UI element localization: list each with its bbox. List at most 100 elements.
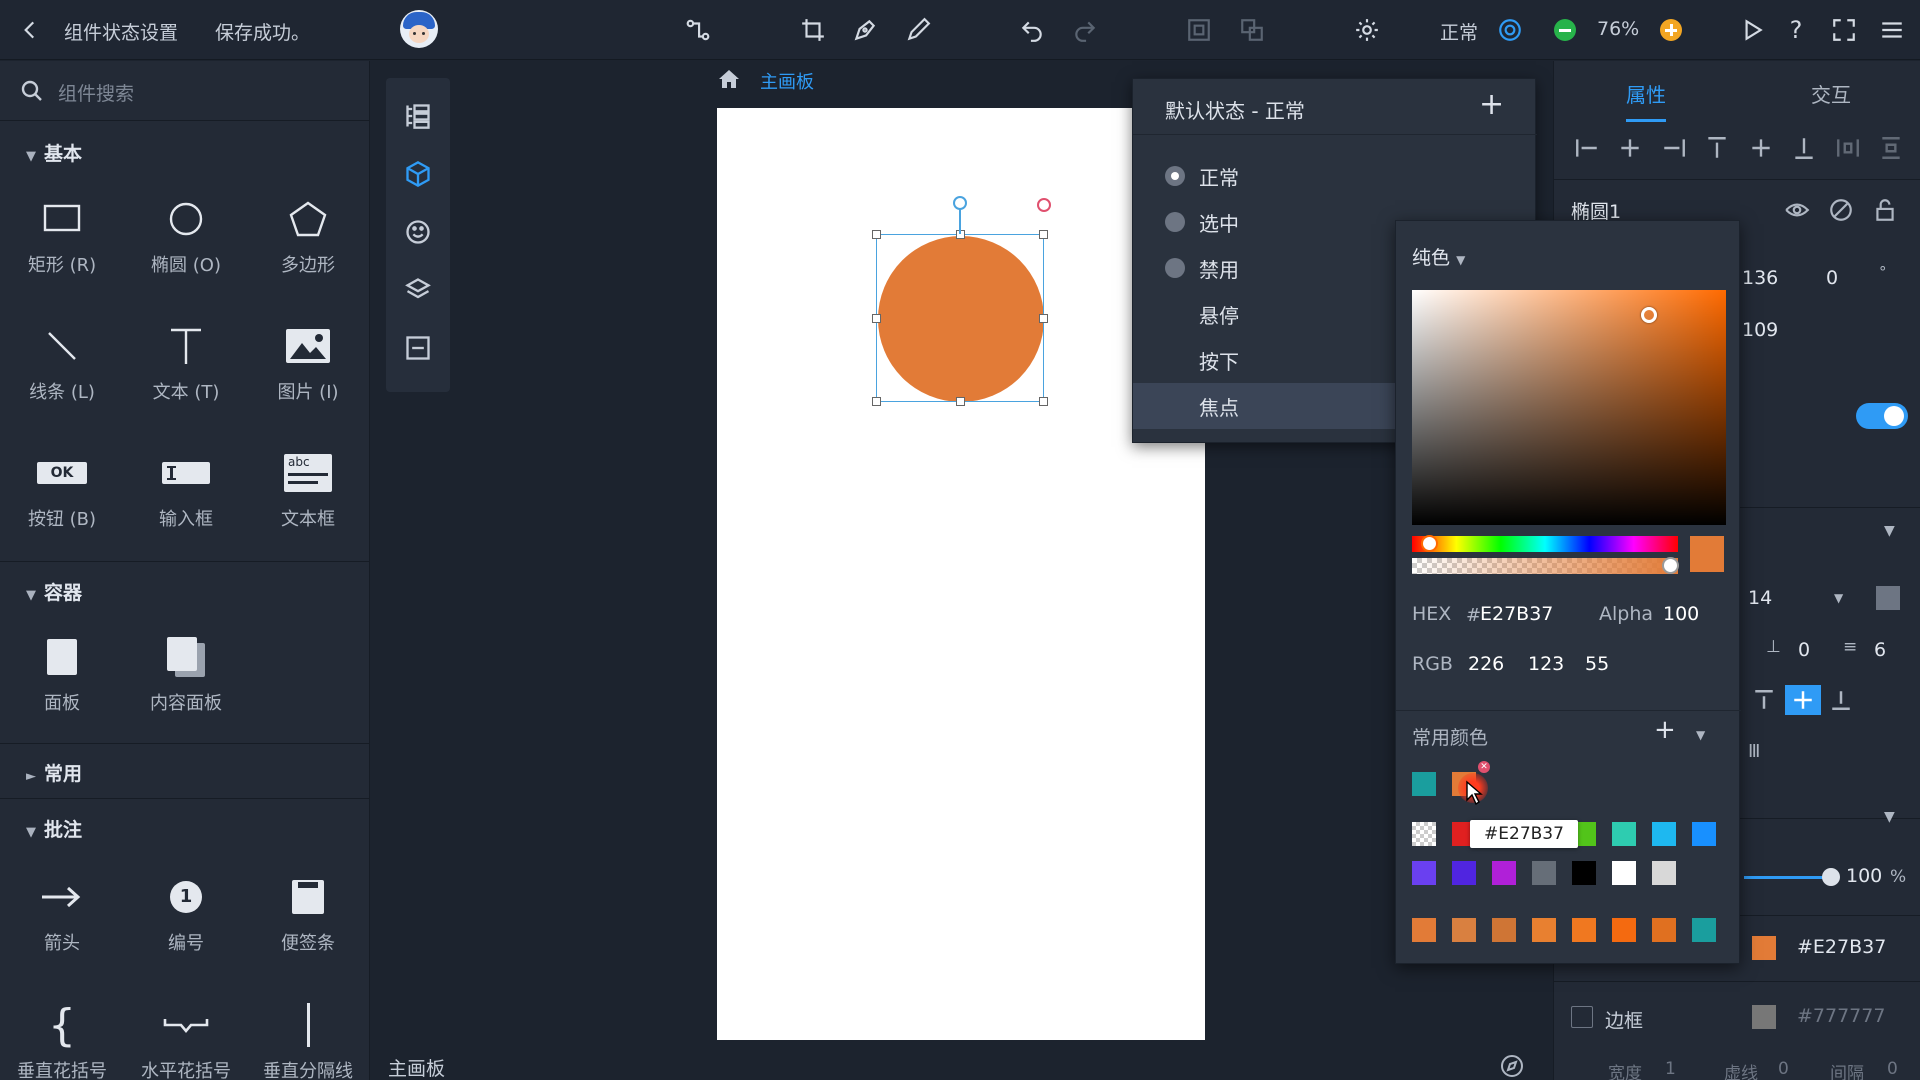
color-swatch[interactable]: [1612, 822, 1636, 846]
chevron-down-icon[interactable]: ▼: [1696, 728, 1705, 742]
component-vertical-divider[interactable]: 垂直分隔线: [247, 997, 369, 1080]
resize-handle[interactable]: [1039, 397, 1048, 406]
component-polygon[interactable]: 多边形: [247, 191, 369, 277]
opacity-slider-thumb[interactable]: [1822, 868, 1840, 886]
color-swatch[interactable]: [1572, 918, 1596, 942]
settings-gear-icon[interactable]: [1351, 14, 1383, 46]
selection-box[interactable]: [872, 230, 1048, 406]
add-state-icon[interactable]: +: [1479, 87, 1504, 122]
emoji-icon[interactable]: [402, 216, 434, 248]
component-cube-icon[interactable]: [402, 158, 434, 190]
menu-icon[interactable]: [1876, 14, 1908, 46]
target-icon[interactable]: [1494, 14, 1526, 46]
component-vertical-brace[interactable]: { 垂直花括号: [1, 997, 123, 1080]
sv-cursor[interactable]: [1641, 307, 1657, 323]
resize-handle[interactable]: [872, 230, 881, 239]
color-swatch[interactable]: [1652, 918, 1676, 942]
font-size-value[interactable]: 14: [1748, 587, 1772, 609]
resize-handle[interactable]: [1039, 314, 1048, 323]
hex-input[interactable]: E27B37: [1480, 603, 1553, 625]
component-input[interactable]: 输入框: [125, 445, 247, 531]
section-container[interactable]: ▼ 容器: [26, 578, 82, 605]
opacity-slider-track[interactable]: [1744, 876, 1832, 879]
align-middle-icon[interactable]: [1748, 135, 1774, 161]
visibility-eye-icon[interactable]: [1784, 197, 1810, 223]
component-number[interactable]: 1 编号: [125, 869, 247, 955]
component-arrow[interactable]: 箭头: [1, 869, 123, 955]
component-text[interactable]: 文本 (T): [125, 318, 247, 404]
component-line[interactable]: 线条 (L): [1, 318, 123, 404]
resize-handle[interactable]: [1039, 230, 1048, 239]
red-input[interactable]: 226: [1468, 653, 1504, 675]
fill-hex[interactable]: #E27B37: [1797, 936, 1886, 958]
back-icon[interactable]: [14, 14, 46, 46]
text-direction-icon[interactable]: Ⅲ: [1748, 741, 1760, 762]
home-icon[interactable]: [717, 67, 741, 91]
crop-icon[interactable]: [797, 14, 829, 46]
valign-top-icon[interactable]: [1749, 685, 1779, 715]
section-annotation[interactable]: ▼ 批注: [26, 815, 82, 842]
component-horizontal-brace[interactable]: 水平花括号: [125, 997, 247, 1080]
toggle-switch[interactable]: [1856, 403, 1908, 429]
color-swatch[interactable]: [1492, 861, 1516, 885]
color-swatch[interactable]: [1612, 861, 1636, 885]
resize-handle[interactable]: [872, 397, 881, 406]
user-avatar[interactable]: [400, 10, 438, 48]
border-color-swatch[interactable]: [1752, 1005, 1776, 1029]
compass-icon[interactable]: [1500, 1054, 1524, 1078]
y-value[interactable]: 109: [1742, 319, 1778, 341]
redo-icon[interactable]: [1069, 14, 1101, 46]
pen-icon[interactable]: [849, 14, 881, 46]
component-image[interactable]: 图片 (I): [247, 318, 369, 404]
align-right-icon[interactable]: [1661, 135, 1687, 161]
color-swatch[interactable]: [1452, 918, 1476, 942]
distribute-v-icon[interactable]: [1878, 135, 1904, 161]
alpha-thumb[interactable]: [1662, 557, 1679, 574]
add-color-icon[interactable]: +: [1654, 715, 1676, 745]
saturation-value-area[interactable]: [1412, 290, 1726, 525]
chevron-down-icon[interactable]: ▼: [1834, 591, 1843, 605]
color-swatch[interactable]: [1412, 822, 1436, 846]
tab-properties[interactable]: 属性: [1626, 79, 1666, 108]
lock-icon[interactable]: [1872, 197, 1898, 223]
color-swatch[interactable]: [1532, 918, 1556, 942]
color-swatch[interactable]: [1692, 822, 1716, 846]
state-item-normal[interactable]: 正常: [1133, 153, 1537, 199]
collapse-chevron-icon[interactable]: ▼: [1884, 523, 1895, 539]
distribute-h-icon[interactable]: [1835, 135, 1861, 161]
border-width-value[interactable]: 1: [1665, 1059, 1676, 1079]
spacing-a-value[interactable]: 0: [1798, 639, 1810, 661]
color-swatch[interactable]: [1612, 918, 1636, 942]
master-page-icon[interactable]: [402, 332, 434, 364]
color-swatch[interactable]: [1412, 772, 1436, 796]
color-swatch[interactable]: [1412, 918, 1436, 942]
fullscreen-icon[interactable]: [1828, 14, 1860, 46]
align-center-h-icon[interactable]: [1617, 135, 1643, 161]
layers-icon[interactable]: [402, 274, 434, 306]
alpha-slider[interactable]: [1412, 557, 1679, 574]
color-swatch[interactable]: [1532, 861, 1556, 885]
border-checkbox[interactable]: [1571, 1006, 1593, 1028]
blue-input[interactable]: 55: [1585, 653, 1609, 675]
text-color-swatch[interactable]: [1876, 586, 1900, 610]
align-left-icon[interactable]: [1574, 135, 1600, 161]
color-swatch[interactable]: [1692, 918, 1716, 942]
spacing-b-value[interactable]: 6: [1874, 639, 1886, 661]
collapse-chevron-icon[interactable]: ▼: [1884, 809, 1895, 825]
ungroup-icon[interactable]: [1236, 14, 1268, 46]
fill-color-swatch[interactable]: [1752, 936, 1776, 960]
search-input[interactable]: 组件搜索: [58, 79, 134, 106]
color-swatch[interactable]: [1492, 918, 1516, 942]
resize-handle[interactable]: [956, 397, 965, 406]
play-icon[interactable]: [1736, 14, 1768, 46]
hue-thumb[interactable]: [1421, 535, 1438, 552]
help-icon[interactable]: ?: [1780, 14, 1812, 46]
component-search[interactable]: 组件搜索: [0, 61, 370, 121]
alpha-input[interactable]: 100: [1663, 603, 1699, 625]
component-rectangle[interactable]: 矩形 (R): [1, 191, 123, 277]
component-textbox[interactable]: abc 文本框: [247, 445, 369, 531]
valign-middle-icon[interactable]: [1785, 685, 1821, 715]
color-swatch[interactable]: [1452, 861, 1476, 885]
align-bottom-icon[interactable]: [1791, 135, 1817, 161]
pencil-icon[interactable]: [902, 14, 934, 46]
